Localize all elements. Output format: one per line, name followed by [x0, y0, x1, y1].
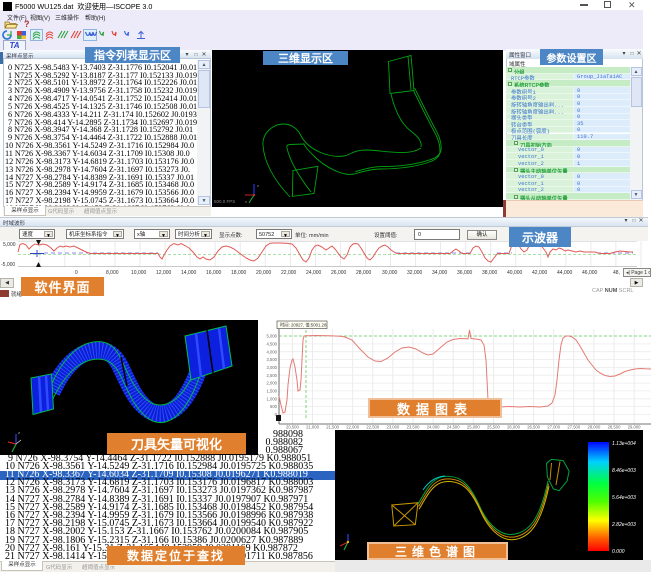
- svg-text:2,500: 2,500: [267, 373, 278, 378]
- svg-text:21,500: 21,500: [326, 425, 339, 430]
- svg-text:23,500: 23,500: [407, 425, 420, 430]
- svg-text:24,500: 24,500: [447, 425, 460, 430]
- svg-text:-5,000: -5,000: [1, 262, 15, 268]
- svg-text:1,000: 1,000: [267, 396, 278, 401]
- svg-text:0.000: 0.000: [612, 549, 625, 555]
- svg-text:27,000: 27,000: [547, 425, 560, 430]
- svg-text:22,500: 22,500: [366, 425, 379, 430]
- svg-text:25,500: 25,500: [487, 425, 500, 430]
- svg-text:24,000: 24,000: [427, 425, 440, 430]
- svg-text:1,500: 1,500: [267, 389, 278, 394]
- svg-text:25,000: 25,000: [467, 425, 480, 430]
- svg-text:2.82e+003: 2.82e+003: [611, 522, 636, 528]
- svg-text:27,500: 27,500: [567, 425, 580, 430]
- svg-text:500.0 FPS: 500.0 FPS: [214, 199, 235, 204]
- svg-text:23,000: 23,000: [386, 425, 399, 430]
- svg-text:21,000: 21,000: [306, 425, 319, 430]
- svg-text:5.64e+003: 5.64e+003: [612, 495, 636, 501]
- svg-text:28,500: 28,500: [608, 425, 621, 430]
- svg-text:5,000: 5,000: [267, 334, 278, 339]
- svg-text:22,000: 22,000: [346, 425, 359, 430]
- svg-text:29,000: 29,000: [628, 425, 641, 430]
- svg-text:8.46e+003: 8.46e+003: [612, 468, 636, 474]
- svg-text:z: z: [18, 430, 20, 435]
- svg-text:500: 500: [270, 404, 278, 409]
- svg-text:2,000: 2,000: [267, 381, 278, 386]
- svg-text:3,000: 3,000: [267, 365, 278, 370]
- svg-text:4,500: 4,500: [267, 342, 278, 347]
- svg-text:26,500: 26,500: [527, 425, 540, 430]
- svg-text:时间: 20927, 值:5001.28: 时间: 20927, 值:5001.28: [280, 322, 327, 329]
- svg-text:4,000: 4,000: [267, 349, 278, 354]
- svg-text:5,000: 5,000: [3, 242, 16, 248]
- svg-text:x: x: [245, 199, 247, 204]
- svg-text:26,000: 26,000: [507, 425, 520, 430]
- svg-text:z: z: [257, 183, 259, 188]
- svg-text:3,500: 3,500: [267, 357, 278, 362]
- svg-text:1.13e+004: 1.13e+004: [612, 441, 636, 447]
- svg-text:28,000: 28,000: [587, 425, 600, 430]
